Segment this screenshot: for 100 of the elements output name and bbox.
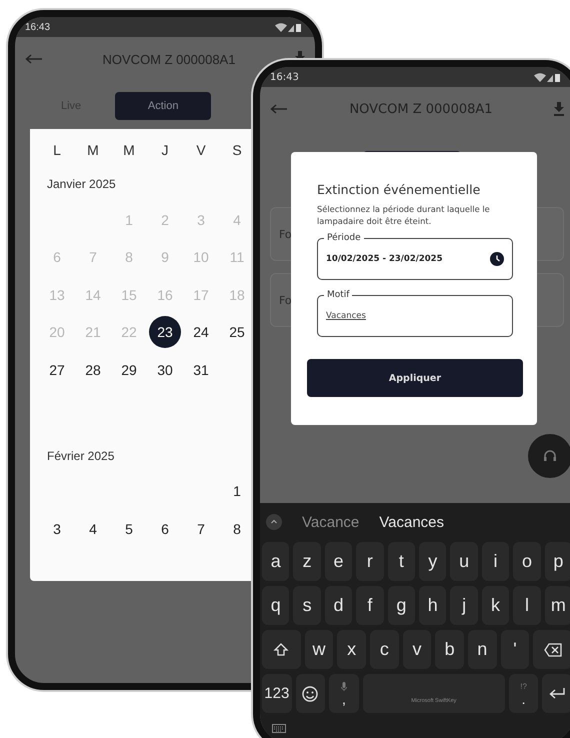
device-title: NOVCOM Z 000008A1 bbox=[348, 102, 494, 116]
calendar-day[interactable]: 5 bbox=[125, 520, 133, 537]
status-icons bbox=[275, 22, 301, 32]
key[interactable]: l bbox=[513, 586, 541, 625]
key[interactable]: d bbox=[324, 586, 352, 625]
key[interactable]: q bbox=[262, 586, 290, 625]
key[interactable]: h bbox=[419, 586, 446, 625]
status-time: 16:43 bbox=[270, 72, 299, 82]
tab[interactable]: Action bbox=[115, 92, 212, 120]
calendar-day[interactable]: 28 bbox=[85, 362, 101, 378]
calendar-day: 16 bbox=[157, 286, 173, 303]
key[interactable]: e bbox=[324, 542, 352, 581]
calendar-day[interactable]: 24 bbox=[193, 324, 209, 340]
weekday-label: M bbox=[86, 141, 100, 160]
calendar-day[interactable]: 25 bbox=[229, 324, 245, 340]
status-icons bbox=[534, 72, 560, 82]
key[interactable]: b bbox=[435, 630, 464, 669]
word-suggestion[interactable]: Vacance bbox=[302, 514, 360, 530]
calendar-day[interactable]: 7 bbox=[197, 520, 205, 537]
key[interactable]: r bbox=[356, 542, 384, 581]
key[interactable]: i bbox=[482, 542, 510, 581]
comma-key[interactable]: , bbox=[329, 674, 359, 713]
key[interactable]: z bbox=[293, 542, 321, 581]
calendar-day: 8 bbox=[125, 249, 133, 266]
key[interactable]: p bbox=[544, 542, 570, 581]
back-arrow-icon[interactable] bbox=[270, 104, 288, 114]
emoji-key[interactable] bbox=[296, 674, 326, 713]
key[interactable]: v bbox=[402, 630, 432, 669]
calendar-day: 3 bbox=[197, 212, 205, 228]
calendar-day: 9 bbox=[161, 249, 169, 266]
key[interactable]: y bbox=[419, 542, 446, 581]
smiley-icon bbox=[301, 684, 320, 702]
key[interactable]: m bbox=[544, 586, 570, 625]
key[interactable]: u bbox=[450, 542, 478, 581]
arrow-up-icon bbox=[273, 642, 290, 658]
key[interactable]: c bbox=[370, 630, 399, 669]
weekday-label: L bbox=[52, 141, 62, 160]
microphone-icon bbox=[340, 682, 347, 690]
headset-icon bbox=[542, 448, 558, 464]
key[interactable]: x bbox=[337, 630, 366, 669]
key[interactable]: a bbox=[262, 542, 290, 581]
calendar-day[interactable]: 8 bbox=[233, 520, 241, 537]
key[interactable]: n bbox=[468, 630, 497, 669]
weekday-label: V bbox=[195, 141, 207, 160]
calendar-day: 6 bbox=[53, 249, 61, 266]
calendar-day: 2 bbox=[161, 212, 169, 228]
dialog-title: Extinction événementielle bbox=[317, 182, 482, 197]
calendar-day: 7 bbox=[89, 249, 97, 266]
month-title: Février 2025 bbox=[46, 448, 116, 464]
calendar-day: 11 bbox=[230, 249, 244, 266]
calendar-day[interactable]: 30 bbox=[157, 362, 173, 378]
calendar-day[interactable]: 4 bbox=[89, 520, 97, 537]
status-time: 16:43 bbox=[25, 22, 50, 32]
clock-icon[interactable] bbox=[490, 252, 504, 266]
weekday-label: S bbox=[231, 141, 243, 160]
card-label: Fo bbox=[279, 294, 292, 306]
device-title: NOVCOM Z 000008A1 bbox=[102, 52, 236, 66]
enter-key[interactable] bbox=[542, 674, 570, 713]
key[interactable]: t bbox=[388, 542, 416, 581]
calendar-day[interactable]: 27 bbox=[49, 362, 65, 378]
back-arrow-icon[interactable] bbox=[25, 54, 43, 64]
calendar-day: 4 bbox=[233, 212, 241, 228]
key[interactable]: j bbox=[450, 586, 478, 625]
backspace-icon bbox=[544, 642, 562, 656]
key[interactable]: ' bbox=[500, 630, 530, 669]
calendar-day: 14 bbox=[85, 286, 101, 303]
calendar-day[interactable]: 31 bbox=[193, 362, 209, 378]
key[interactable]: o bbox=[513, 542, 541, 581]
backspace-key[interactable] bbox=[533, 630, 570, 669]
selected-day[interactable]: 23 bbox=[149, 316, 181, 348]
month-title: Janvier 2025 bbox=[46, 176, 117, 193]
calendar-day[interactable]: 6 bbox=[161, 520, 169, 537]
key[interactable]: f bbox=[356, 586, 384, 625]
calendar-day[interactable]: 1 bbox=[233, 483, 241, 500]
calendar-day: 21 bbox=[85, 324, 101, 340]
shift-key[interactable] bbox=[262, 630, 301, 669]
key[interactable]: s bbox=[293, 586, 321, 625]
calendar-day: 20 bbox=[49, 324, 65, 340]
key[interactable]: 123 bbox=[262, 674, 292, 713]
calendar-day: 15 bbox=[121, 286, 137, 303]
key[interactable]: g bbox=[388, 586, 416, 625]
weekday-label: J bbox=[160, 141, 170, 160]
dialog-description: Sélectionnez la période durant laquelle le lampadaire doit être éteint. bbox=[317, 203, 491, 227]
calendar-day: 22 bbox=[121, 324, 137, 340]
apply-button[interactable]: Appliquer bbox=[307, 359, 523, 397]
calendar-day: 1 bbox=[125, 212, 133, 228]
key[interactable]: k bbox=[482, 586, 510, 625]
download-icon[interactable] bbox=[554, 102, 564, 116]
key[interactable]: w bbox=[304, 630, 334, 669]
enter-icon bbox=[548, 688, 566, 700]
calendar-day: 13 bbox=[49, 286, 65, 303]
support-button[interactable] bbox=[528, 434, 570, 478]
calendar-day[interactable]: 3 bbox=[53, 520, 61, 537]
period-key[interactable]: !? . bbox=[508, 674, 538, 713]
calendar-day[interactable]: 29 bbox=[121, 362, 137, 378]
chevron-up-icon[interactable] bbox=[266, 514, 282, 530]
word-suggestion[interactable]: Vacances bbox=[379, 514, 444, 530]
download-icon[interactable] bbox=[295, 51, 305, 58]
keyboard-icon[interactable] bbox=[272, 724, 286, 732]
calendar-day: 18 bbox=[229, 286, 245, 303]
